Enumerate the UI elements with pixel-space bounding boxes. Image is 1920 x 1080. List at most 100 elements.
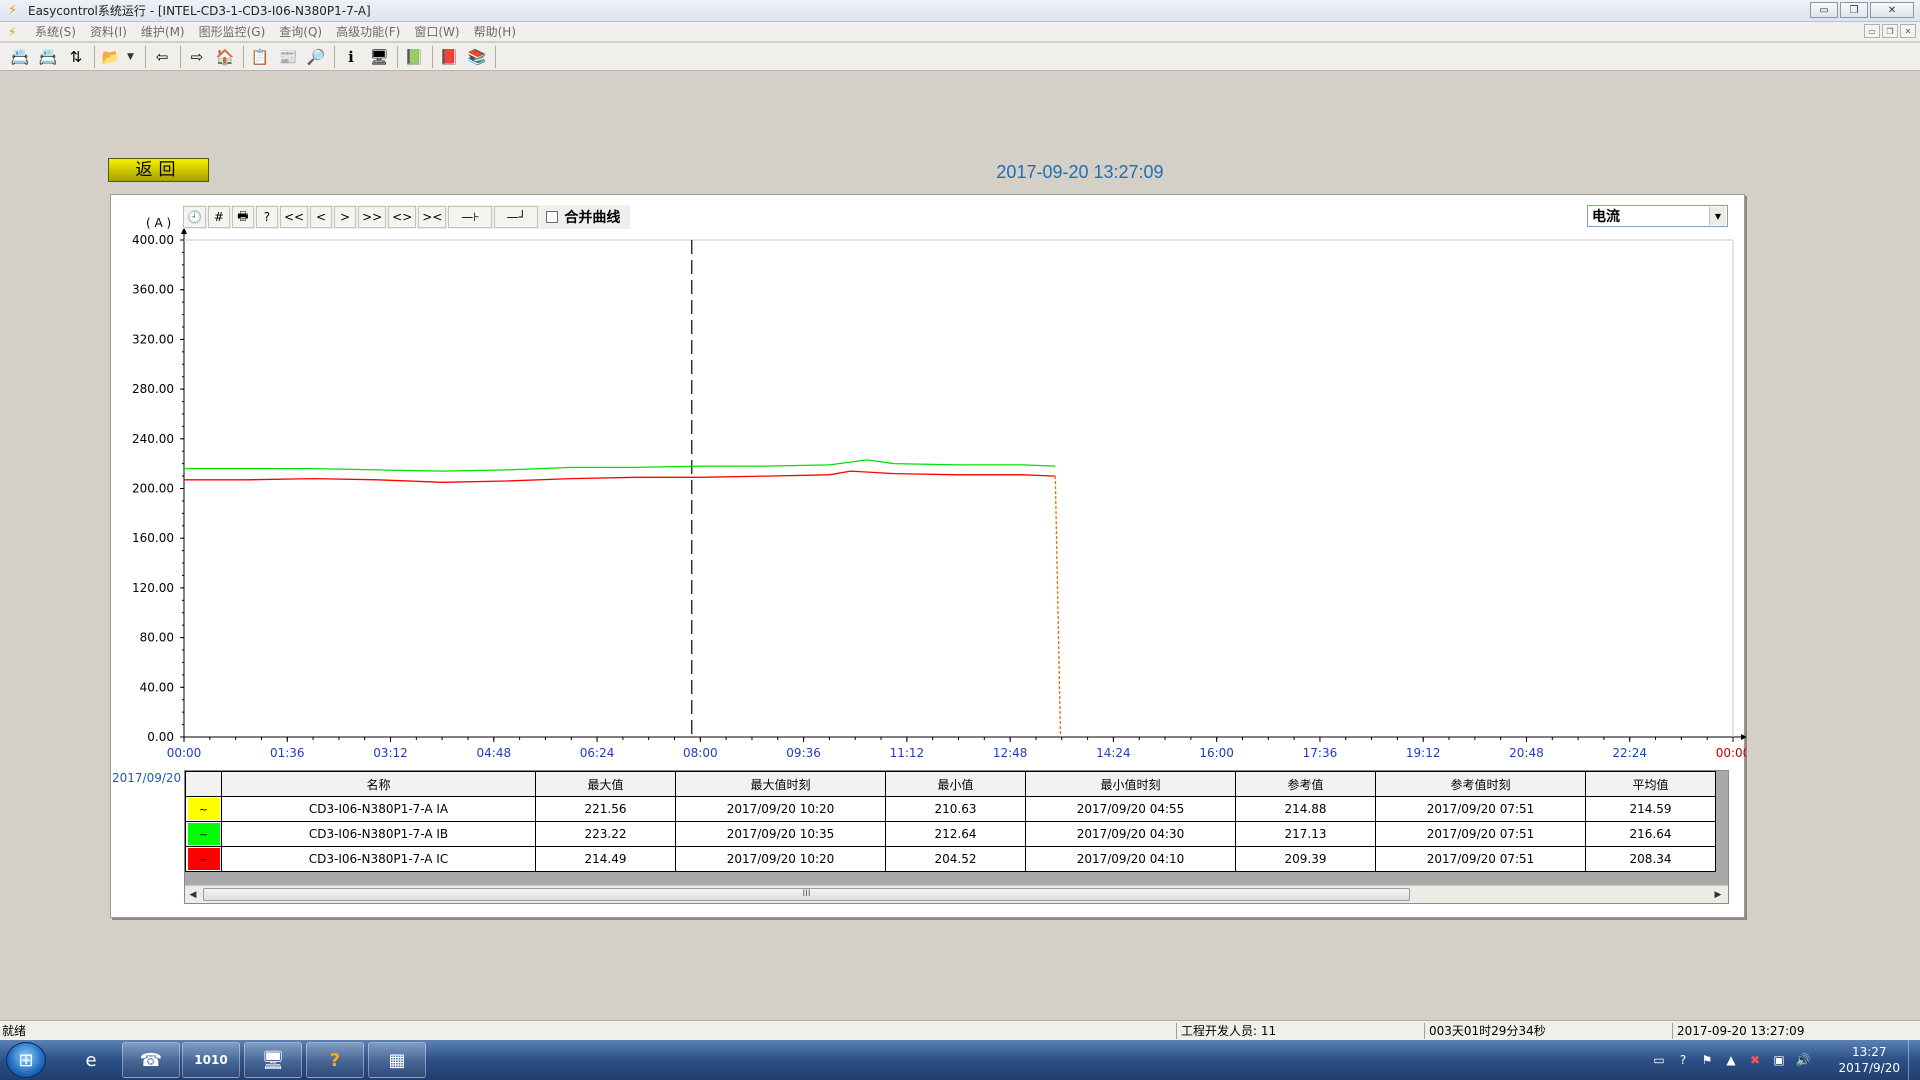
header-max-time[interactable]: 最大值时刻 [675,771,886,797]
flag-icon[interactable]: ⚑ [1698,1051,1716,1069]
mdi-minimize-button[interactable]: ▭ [1864,24,1880,38]
toolbar-separator [180,45,181,68]
last-page-button[interactable]: >> [358,206,387,228]
series-color-swatch[interactable]: ~ [187,823,220,845]
horizontal-scrollbar[interactable]: ◀ III ▶ [185,885,1728,903]
header-max[interactable]: 最大值 [535,771,676,797]
clock-icon[interactable]: 🕘 [183,206,206,228]
menu-data[interactable]: 资料(I) [83,22,134,42]
y-tick-label: 160.00 [132,531,174,545]
chevron-down-icon[interactable]: ▼ [1709,207,1726,225]
server-app-icon[interactable]: ▦ [368,1042,426,1078]
trend-panel: ( A ) 400.00 360.00 320.00 280.00 240.00 200.0… [110,194,1746,918]
merge-curves-toggle[interactable]: 合并曲线 [546,207,630,227]
help-icon[interactable]: ? [1674,1051,1692,1069]
series-color-swatch[interactable]: ~ [187,798,220,820]
computer-app-icon[interactable]: 🖥 [244,1042,302,1078]
y-tick-label: 120.00 [132,581,174,595]
card-file-icon[interactable]: 📇 [8,46,32,68]
forward-arrow-icon[interactable]: ⇨ [185,46,209,68]
network-icon[interactable]: ▣ [1770,1051,1788,1069]
open-folder-icon[interactable]: 📂 [99,46,123,68]
y-tick-label: 320.00 [132,332,174,346]
mdi-close-button[interactable]: ✕ [1900,24,1916,38]
status-ready: 就绪 [2,1024,27,1038]
table-row[interactable]: ~ CD3-I06-N380P1-7-A IB 223.22 2017/09/20 1… [185,821,1716,847]
series-color-swatch[interactable]: ~ [187,848,220,870]
header-name[interactable]: 名称 [221,771,536,797]
back-button[interactable]: 返回 [108,158,209,182]
ie-icon[interactable]: e [62,1042,120,1078]
green-book-icon[interactable]: 📗 [402,46,426,68]
card-file-2-icon[interactable]: 📇 [36,46,60,68]
mdi-restore-button[interactable]: ❐ [1882,24,1898,38]
show-hidden-icon[interactable]: ▲ [1722,1051,1740,1069]
easycontrol-app-icon[interactable]: ? [306,1042,364,1078]
data-app-icon[interactable]: 1010 [182,1042,240,1078]
books-icon[interactable]: 📚 [465,46,489,68]
merge-curves-checkbox[interactable] [546,211,559,223]
menu-help[interactable]: 帮助(H) [467,22,523,42]
back-arrow-icon[interactable]: ⇦ [150,46,174,68]
lower-limit-button[interactable]: —┘ [494,206,539,228]
x-tick-label: 22:24 [1612,746,1647,760]
monitor-icon[interactable]: 🖥 [367,46,391,68]
home-icon[interactable]: 🏠 [213,46,237,68]
menu-graph-monitor[interactable]: 图形监控(G) [192,22,273,42]
stats-table: 名称 最大值 最大值时刻 最小值 最小值时刻 参考值 参考值时刻 平均值 ~ CD… [185,771,1716,872]
header-avg[interactable]: 平均值 [1585,771,1716,797]
first-page-button[interactable]: << [279,206,309,228]
taskbar-clock[interactable]: 13:27 2017/9/20 [1838,1044,1900,1076]
switch-icon[interactable]: ⇅ [64,46,88,68]
table-row[interactable]: ~ CD3-I06-N380P1-7-A IC 214.49 2017/09/20 1… [185,846,1716,872]
cell-max: 214.49 [535,846,676,872]
header-ref-time[interactable]: 参考值时刻 [1375,771,1586,797]
menu-advanced[interactable]: 高级功能(F) [329,22,407,42]
table-row[interactable]: ~ CD3-I06-N380P1-7-A IA 221.56 2017/09/20 1… [185,796,1716,822]
menu-system[interactable]: 系统(S) [28,22,83,42]
y-tick-label: 80.00 [140,631,174,645]
report-icon[interactable]: 📋 [248,46,272,68]
document-icon[interactable]: 📰 [276,46,300,68]
cell-min: 210.63 [885,796,1026,822]
scroll-right-icon[interactable]: ▶ [1710,890,1726,900]
menu-maintain[interactable]: 维护(M) [134,22,192,42]
series-color-cell: ~ [185,796,222,822]
header-min-time[interactable]: 最小值时刻 [1025,771,1236,797]
zoom-out-button[interactable]: >< [418,206,447,228]
print-icon[interactable]: 🖶 [231,206,254,228]
start-button[interactable]: ⊞ [6,1042,46,1078]
cell-min-time: 2017/09/20 04:55 [1025,796,1236,822]
prev-button[interactable]: < [310,206,333,228]
mdi-child-icon[interactable]: ⚡ [8,25,22,39]
menu-query[interactable]: 查询(Q) [272,22,329,42]
keyboard-icon[interactable]: ▭ [1650,1051,1668,1069]
grid-icon[interactable]: # [207,206,230,228]
close-button[interactable]: ✕ [1870,2,1914,18]
restore-button[interactable]: ❐ [1840,2,1868,18]
action-center-icon[interactable]: ✖ [1746,1051,1764,1069]
header-color [185,771,222,797]
upper-limit-button[interactable]: —⊦ [448,206,493,228]
search-icon[interactable]: 🔎 [304,46,328,68]
measurement-select[interactable]: 电流 ▼ [1587,205,1728,227]
header-min[interactable]: 最小值 [885,771,1026,797]
scroll-left-icon[interactable]: ◀ [185,890,201,900]
status-developer: 工程开发人员: 11 [1176,1023,1422,1039]
help-icon[interactable]: ? [255,206,278,228]
cell-avg: 208.34 [1585,846,1716,872]
phone-app-icon[interactable]: ☎ [122,1042,180,1078]
next-button[interactable]: > [334,206,357,228]
scroll-thumb[interactable]: III [203,888,1410,901]
minimize-button[interactable]: ▭ [1810,2,1838,18]
menu-window[interactable]: 窗口(W) [407,22,466,42]
red-book-icon[interactable]: 📕 [437,46,461,68]
cell-avg: 214.59 [1585,796,1716,822]
info-icon[interactable]: ℹ [339,46,363,68]
volume-icon[interactable]: 🔊 [1794,1051,1812,1069]
header-ref[interactable]: 参考值 [1235,771,1376,797]
show-desktop-button[interactable] [1908,1040,1920,1080]
zoom-in-button[interactable]: <> [388,206,417,228]
chevron-down-icon[interactable]: ▼ [127,52,137,62]
x-tick-label: 01:36 [270,746,305,760]
